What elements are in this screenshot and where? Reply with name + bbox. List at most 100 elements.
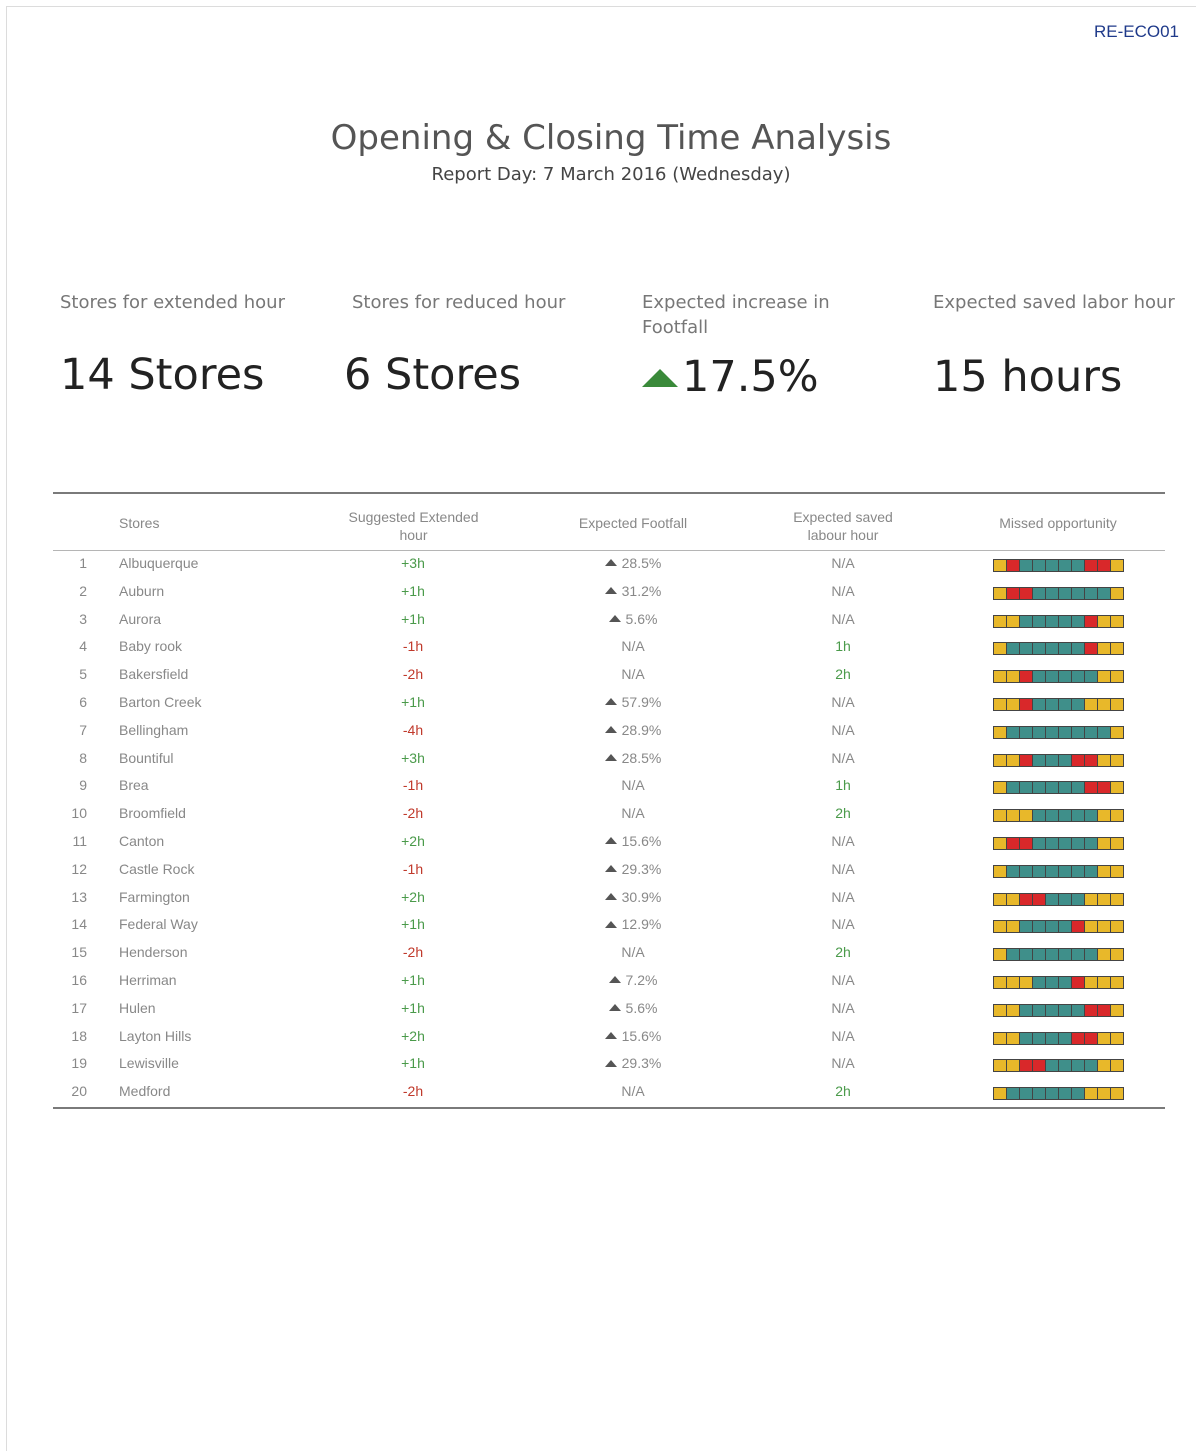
opportunity-cell: [1007, 865, 1019, 877]
expected-footfall: 28.9%: [553, 722, 713, 738]
opportunity-cell: [1007, 1060, 1019, 1072]
opportunity-cell: [1098, 810, 1110, 822]
extended-hour: +1h: [401, 916, 425, 933]
up-arrow-icon: [604, 587, 617, 595]
expected-footfall: 29.3%: [553, 861, 713, 877]
header-missed: Missed opportunity: [999, 515, 1117, 531]
opportunity-cell: [1046, 587, 1058, 599]
table-row: 4 Baby rook -1h N/A 1h: [53, 634, 1165, 662]
report-day: Report Day: 7 March 2016 (Wednesday): [431, 164, 791, 185]
opportunity-cell: [1072, 643, 1084, 655]
opportunity-cell: [994, 643, 1006, 655]
opportunity-cell: [1085, 671, 1097, 683]
opportunity-cell: [1072, 560, 1084, 571]
footfall-value: 57.9%: [621, 693, 662, 710]
opportunity-strip: [993, 920, 1124, 934]
table-row: 8 Bountiful +3h 28.5% N/A: [53, 746, 1165, 774]
opportunity-cell: [994, 1088, 1006, 1100]
opportunity-cell: [1059, 587, 1071, 599]
opportunity-cell: [1085, 976, 1097, 988]
opportunity-cell: [1098, 1088, 1110, 1100]
opportunity-cell: [994, 615, 1006, 627]
row-index: 10: [71, 805, 87, 822]
store-name: Herriman: [119, 971, 177, 988]
opportunity-cell: [1111, 1032, 1123, 1044]
saved-labour-hour: N/A: [831, 1027, 855, 1044]
store-name: Bellingham: [119, 721, 189, 738]
opportunity-cell: [1085, 698, 1097, 710]
footfall-value: 15.6%: [621, 832, 662, 849]
report-code: RE-ECO01: [1093, 22, 1179, 41]
opportunity-cell: [1098, 976, 1110, 988]
opportunity-cell: [1059, 754, 1071, 766]
opportunity-cell: [1059, 949, 1071, 961]
opportunity-cell: [1020, 1004, 1032, 1016]
table-row: 20 Medford -2h N/A 2h: [53, 1079, 1165, 1107]
footfall-value: N/A: [621, 944, 645, 961]
opportunity-strip: [993, 864, 1124, 878]
opportunity-cell: [994, 1004, 1006, 1016]
opportunity-cell: [1020, 643, 1032, 655]
opportunity-cell: [1111, 1060, 1123, 1072]
opportunity-cell: [1046, 1032, 1058, 1044]
opportunity-cell: [1046, 1004, 1058, 1016]
saved-labour-hour: 2h: [835, 944, 851, 961]
opportunity-cell: [1046, 560, 1058, 571]
opportunity-cell: [1085, 810, 1097, 822]
opportunity-cell: [1098, 893, 1110, 905]
opportunity-cell: [1046, 698, 1058, 710]
store-name: Albuquerque: [119, 555, 199, 571]
opportunity-cell: [1098, 726, 1110, 738]
store-name: Brea: [119, 777, 149, 794]
opportunity-cell: [1098, 1004, 1110, 1016]
opportunity-cell: [1046, 1088, 1058, 1100]
opportunity-cell: [1111, 1004, 1123, 1016]
row-index: 16: [71, 971, 87, 988]
header-stores: Stores: [119, 515, 160, 531]
opportunity-cell: [1098, 615, 1110, 627]
opportunity-cell: [1033, 893, 1045, 905]
opportunity-cell: [1072, 671, 1084, 683]
extended-hour: -1h: [402, 638, 424, 655]
table-row: 3 Aurora +1h 5.6% N/A: [53, 607, 1165, 635]
opportunity-cell: [1059, 837, 1071, 849]
opportunity-cell: [1059, 976, 1071, 988]
opportunity-strip: [993, 975, 1124, 989]
store-name: Broomfield: [119, 805, 186, 822]
store-name: Bountiful: [119, 749, 174, 766]
opportunity-cell: [1098, 587, 1110, 599]
opportunity-cell: [1059, 1060, 1071, 1072]
kpi-saved-labor: Expected saved labor hour 15 hours: [933, 290, 1183, 402]
opportunity-cell: [1033, 754, 1045, 766]
extended-hour: -4h: [402, 721, 424, 738]
table-row: 9 Brea -1h N/A 1h: [53, 773, 1165, 801]
opportunity-cell: [1072, 1060, 1084, 1072]
table-row: 12 Castle Rock -1h 29.3% N/A: [53, 857, 1165, 885]
up-arrow-icon: [604, 698, 617, 706]
table-row: 1 Albuquerque +3h 28.5% N/A: [53, 551, 1165, 579]
opportunity-cell: [1085, 615, 1097, 627]
store-name: Aurora: [119, 610, 162, 627]
footfall-value: 29.3%: [621, 1055, 662, 1072]
opportunity-cell: [1007, 782, 1019, 794]
header-extended: Suggested Extended hour: [348, 509, 479, 543]
store-name: Henderson: [119, 944, 188, 961]
opportunity-strip: [993, 892, 1124, 906]
opportunity-cell: [1085, 643, 1097, 655]
opportunity-cell: [1033, 643, 1045, 655]
opportunity-cell: [1033, 698, 1045, 710]
opportunity-cell: [1007, 726, 1019, 738]
kpi-extended-stores: Stores for extended hour 14 Stores: [60, 290, 300, 400]
footfall-value: 28.5%: [621, 555, 662, 571]
opportunity-cell: [1020, 921, 1032, 933]
opportunity-cell: [1046, 921, 1058, 933]
table-row: 7 Bellingham -4h 28.9% N/A: [53, 718, 1165, 746]
kpi-label: Expected increase in Footfall: [642, 292, 830, 338]
opportunity-cell: [1111, 754, 1123, 766]
opportunity-cell: [1085, 1032, 1097, 1044]
opportunity-cell: [1020, 1032, 1032, 1044]
expected-footfall: 28.5%: [553, 750, 713, 766]
expected-footfall: 5.6%: [553, 611, 713, 627]
expected-footfall: 5.6%: [553, 1000, 713, 1016]
footfall-value: N/A: [621, 777, 645, 794]
